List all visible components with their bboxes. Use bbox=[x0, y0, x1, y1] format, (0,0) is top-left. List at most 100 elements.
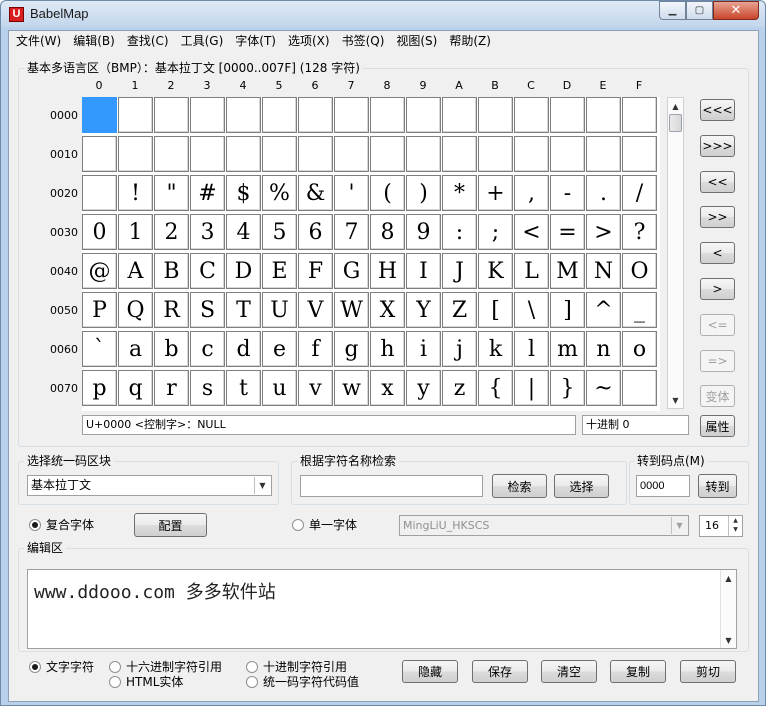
char-cell[interactable]: M bbox=[550, 253, 585, 289]
char-cell[interactable]: K bbox=[478, 253, 513, 289]
char-cell[interactable]: E bbox=[262, 253, 297, 289]
char-cell[interactable]: c bbox=[190, 331, 225, 367]
char-cell[interactable]: x bbox=[370, 370, 405, 406]
char-cell[interactable]: s bbox=[190, 370, 225, 406]
html-entity-radio[interactable]: HTML实体 bbox=[109, 673, 183, 690]
char-cell[interactable]: ` bbox=[82, 331, 117, 367]
char-cell[interactable] bbox=[622, 97, 657, 133]
font-size-spinner[interactable]: 16 ▲ ▼ bbox=[699, 515, 743, 537]
char-cell[interactable]: f bbox=[298, 331, 333, 367]
goto-codepoint-input[interactable] bbox=[636, 475, 690, 497]
maximize-button[interactable]: ▢ bbox=[686, 1, 713, 20]
char-cell[interactable]: , bbox=[514, 175, 549, 211]
char-cell[interactable] bbox=[298, 97, 333, 133]
char-cell[interactable]: 4 bbox=[226, 214, 261, 250]
edit-scrollbar[interactable]: ▲ ▼ bbox=[720, 570, 736, 648]
variant-button[interactable]: 变体 bbox=[700, 385, 735, 408]
char-cell[interactable]: 6 bbox=[298, 214, 333, 250]
char-cell[interactable] bbox=[262, 136, 297, 172]
char-cell[interactable] bbox=[370, 136, 405, 172]
edit-scroll-up-icon[interactable]: ▲ bbox=[721, 570, 736, 586]
char-cell[interactable] bbox=[550, 97, 585, 133]
title-bar[interactable]: U BabelMap ▁ ▢ ✕ bbox=[1, 1, 765, 27]
char-cell[interactable]: y bbox=[406, 370, 441, 406]
name-search-input[interactable] bbox=[300, 475, 483, 497]
clear-button[interactable]: 清空 bbox=[541, 660, 597, 683]
char-cell[interactable]: 8 bbox=[370, 214, 405, 250]
char-cell[interactable]: B bbox=[154, 253, 189, 289]
char-cell[interactable] bbox=[190, 97, 225, 133]
char-cell[interactable]: $ bbox=[226, 175, 261, 211]
block-select-dropdown[interactable]: 基本拉丁文 ▼ bbox=[27, 475, 272, 496]
char-cell[interactable]: ( bbox=[370, 175, 405, 211]
char-cell[interactable] bbox=[586, 136, 621, 172]
char-cell[interactable]: U bbox=[262, 292, 297, 328]
goto-button[interactable]: 转到 bbox=[698, 474, 737, 498]
char-cell[interactable]: A bbox=[118, 253, 153, 289]
char-cell[interactable]: 9 bbox=[406, 214, 441, 250]
char-cell[interactable]: R bbox=[154, 292, 189, 328]
char-cell[interactable]: u bbox=[262, 370, 297, 406]
font-chevron-down-icon[interactable]: ▼ bbox=[671, 517, 687, 534]
char-cell[interactable]: * bbox=[442, 175, 477, 211]
char-cell[interactable]: " bbox=[154, 175, 189, 211]
composite-font-radio[interactable]: 复合字体 bbox=[29, 516, 94, 533]
char-cell[interactable]: g bbox=[334, 331, 369, 367]
char-cell[interactable] bbox=[118, 97, 153, 133]
char-cell[interactable]: Z bbox=[442, 292, 477, 328]
char-cell[interactable] bbox=[370, 97, 405, 133]
char-cell[interactable]: h bbox=[370, 331, 405, 367]
last-page-button[interactable]: >>> bbox=[700, 134, 735, 157]
scroll-thumb[interactable] bbox=[669, 114, 682, 132]
char-cell[interactable]: o bbox=[622, 331, 657, 367]
char-cell[interactable] bbox=[514, 136, 549, 172]
menu-item[interactable]: 帮助(Z) bbox=[444, 32, 496, 51]
char-cell[interactable]: q bbox=[118, 370, 153, 406]
char-cell[interactable] bbox=[226, 97, 261, 133]
char-cell[interactable]: m bbox=[550, 331, 585, 367]
char-cell[interactable]: H bbox=[370, 253, 405, 289]
char-cell[interactable]: < bbox=[514, 214, 549, 250]
char-cell[interactable]: I bbox=[406, 253, 441, 289]
menu-item[interactable]: 工具(G) bbox=[176, 32, 229, 51]
char-cell[interactable]: Q bbox=[118, 292, 153, 328]
char-cell[interactable]: & bbox=[298, 175, 333, 211]
char-cell[interactable] bbox=[622, 370, 657, 406]
char-cell[interactable]: Y bbox=[406, 292, 441, 328]
close-button[interactable]: ✕ bbox=[713, 1, 759, 20]
char-cell[interactable]: i bbox=[406, 331, 441, 367]
babelmap-app-icon[interactable]: U bbox=[9, 7, 24, 22]
spin-arrows-icon[interactable]: ▲ ▼ bbox=[728, 516, 742, 536]
char-cell[interactable]: / bbox=[622, 175, 657, 211]
font-name-dropdown[interactable]: MingLiU_HKSCS ▼ bbox=[399, 515, 689, 536]
char-cell[interactable]: L bbox=[514, 253, 549, 289]
char-cell[interactable]: V bbox=[298, 292, 333, 328]
char-cell[interactable]: : bbox=[442, 214, 477, 250]
next-variant-button[interactable]: => bbox=[700, 349, 735, 372]
char-cell[interactable] bbox=[442, 136, 477, 172]
char-cell[interactable]: - bbox=[550, 175, 585, 211]
chevron-down-icon[interactable]: ▼ bbox=[254, 477, 270, 494]
char-cell[interactable] bbox=[82, 136, 117, 172]
char-cell[interactable]: ^ bbox=[586, 292, 621, 328]
grid-scrollbar[interactable]: ▲ ▼ bbox=[667, 97, 684, 409]
char-cell[interactable]: + bbox=[478, 175, 513, 211]
char-cell[interactable]: . bbox=[586, 175, 621, 211]
char-cell[interactable]: P bbox=[82, 292, 117, 328]
char-cell[interactable] bbox=[262, 97, 297, 133]
char-cell[interactable]: ; bbox=[478, 214, 513, 250]
char-cell[interactable]: { bbox=[478, 370, 513, 406]
char-cell[interactable] bbox=[190, 136, 225, 172]
first-page-button[interactable]: <<< bbox=[700, 99, 735, 121]
char-cell[interactable]: p bbox=[82, 370, 117, 406]
char-cell[interactable] bbox=[514, 97, 549, 133]
char-cell[interactable]: ] bbox=[550, 292, 585, 328]
char-cell[interactable]: 1 bbox=[118, 214, 153, 250]
character-grid[interactable]: ! " # $% & '() * +, -./ 0 1 2 3 4 5 6 7 8 9:; < = >? @ A B C D E F G H… bbox=[82, 97, 660, 411]
char-cell[interactable]: v bbox=[298, 370, 333, 406]
char-cell[interactable]: j bbox=[442, 331, 477, 367]
scroll-up-arrow-icon[interactable]: ▲ bbox=[668, 98, 683, 114]
next-block-button[interactable]: >> bbox=[700, 206, 735, 229]
char-cell[interactable]: F bbox=[298, 253, 333, 289]
prev-block-button[interactable]: << bbox=[700, 170, 735, 193]
